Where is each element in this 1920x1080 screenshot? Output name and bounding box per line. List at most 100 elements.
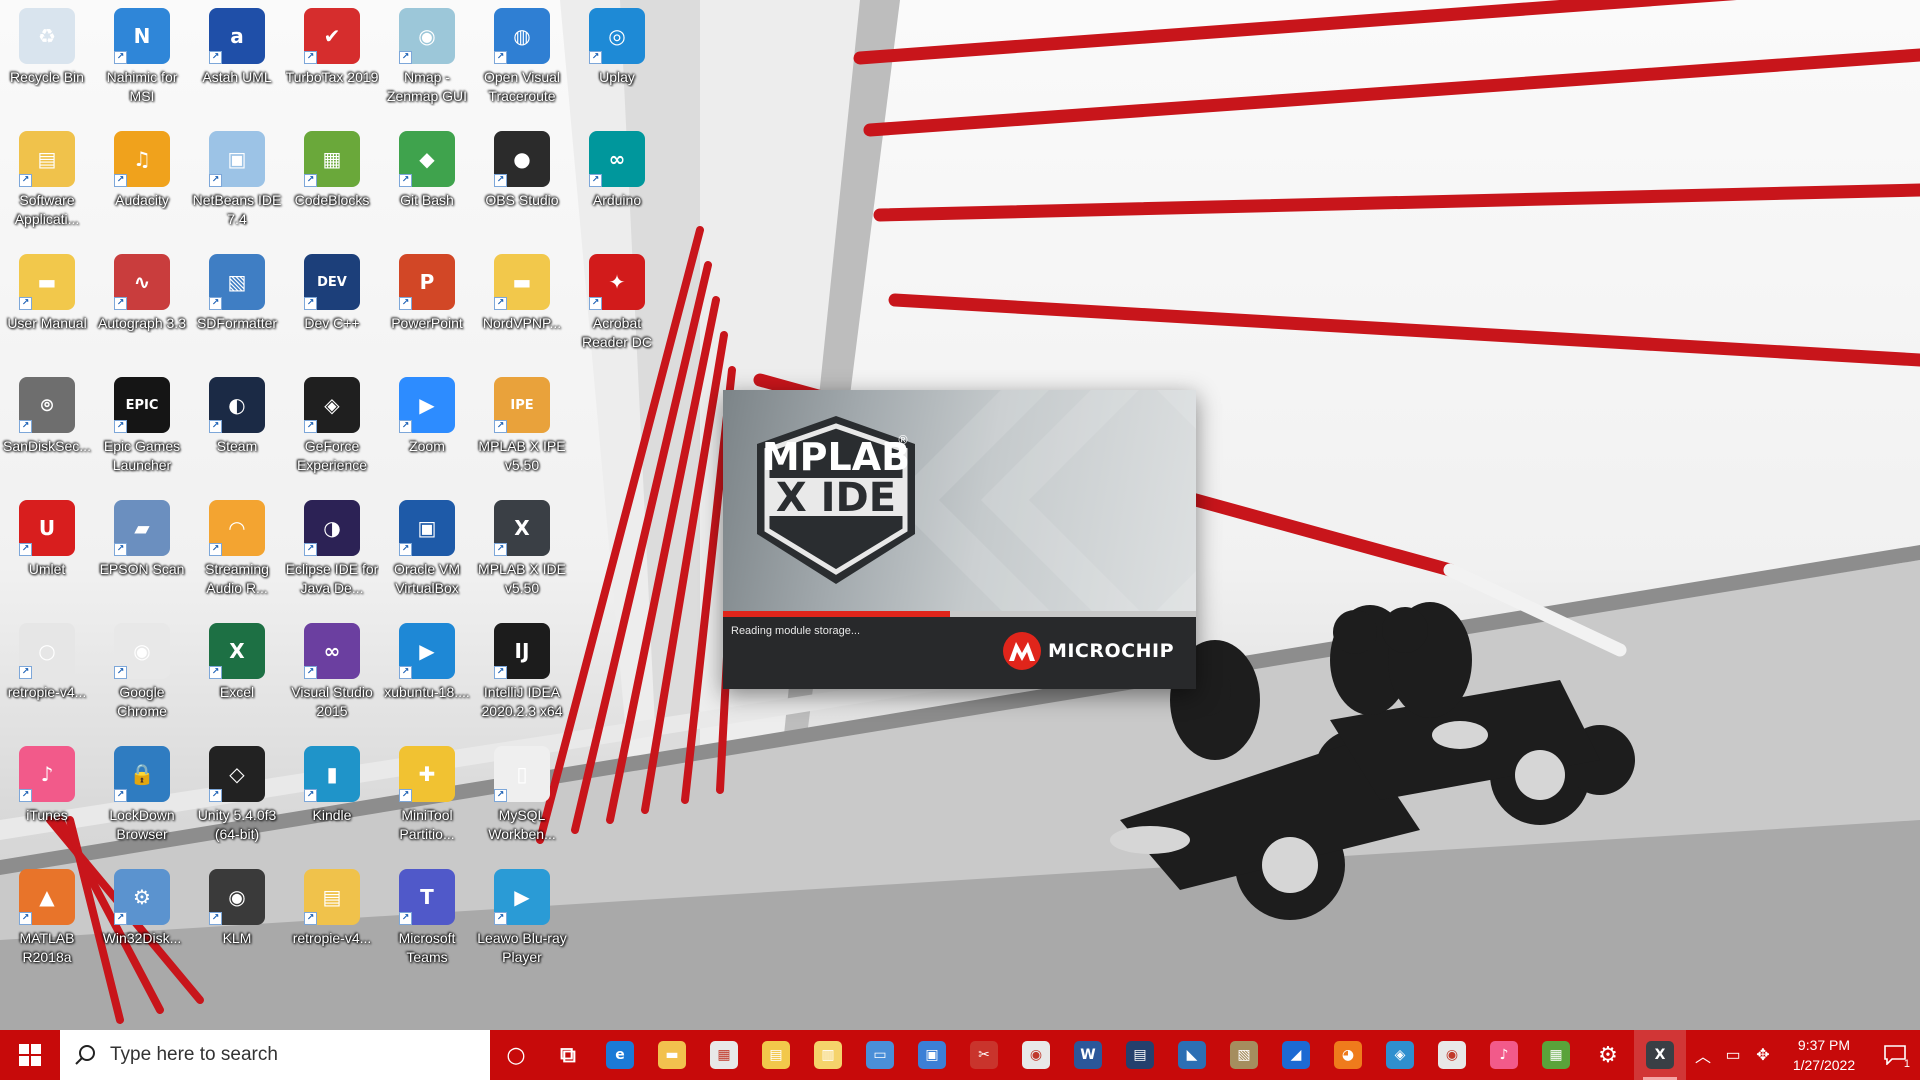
desktop-icon-folder[interactable]: ▬ ↗ User Manual	[2, 248, 92, 366]
taskbar-button-outlook-card[interactable]: ▣	[906, 1030, 958, 1080]
desktop-icon-sdformatter[interactable]: ▧ ↗ SDFormatter	[192, 248, 282, 366]
taskbar-button-word[interactable]: W	[1062, 1030, 1114, 1080]
task-view-icon: ⧉	[560, 1042, 576, 1068]
desktop-icon-excel[interactable]: X ↗ Excel	[192, 617, 282, 735]
remote-desktop-icon: ▭	[866, 1041, 894, 1069]
desktop-icon-leawo[interactable]: ▶ ↗ Leawo Blu-ray Player	[477, 863, 567, 981]
desktop-icon-file[interactable]: ○ ↗ retropie-v4...	[2, 617, 92, 735]
desktop-icon-obs[interactable]: ● ↗ OBS Studio	[477, 125, 567, 243]
shortcut-arrow-icon: ↗	[114, 543, 127, 556]
shortcut-arrow-icon: ↗	[19, 666, 32, 679]
desktop-icon-file[interactable]: ▯ ↗ MySQL Workben...	[477, 740, 567, 858]
taskbar-button-file-explorer-alt[interactable]: ▤	[750, 1030, 802, 1080]
desktop-icon-astah[interactable]: a ↗ Astah UML	[192, 2, 282, 120]
desktop-icon-xubuntu-iso[interactable]: ▶ ↗ xubuntu-18....	[382, 617, 472, 735]
desktop-icon-archive[interactable]: ▤ ↗ retropie-v4...	[287, 863, 377, 981]
desktop-icon-itunes[interactable]: ♪ ↗ iTunes	[2, 740, 92, 858]
desktop-icon-folder[interactable]: ▬ ↗ NordVPNP...	[477, 248, 567, 366]
desktop-icon-matlab[interactable]: ▲ ↗ MATLAB R2018a	[2, 863, 92, 981]
desktop-icon-label: Oracle VM VirtualBox	[393, 561, 461, 596]
taskbar-button-file-explorer[interactable]: ▬	[646, 1030, 698, 1080]
taskbar-button-notepad[interactable]: ▤	[1114, 1030, 1166, 1080]
desktop-icon-recycle-bin[interactable]: ♻ Recycle Bin	[2, 2, 92, 120]
desktop-icon-audacity[interactable]: ♫ ↗ Audacity	[97, 125, 187, 243]
desktop-icon-lockdown-browser[interactable]: 🔒 ↗ LockDown Browser	[97, 740, 187, 858]
icon-glyph: ◉	[133, 639, 151, 663]
desktop-icon-visual-studio[interactable]: ∞ ↗ Visual Studio 2015	[287, 617, 377, 735]
desktop-icon-nahimic[interactable]: N ↗ Nahimic for MSI	[97, 2, 187, 120]
desktop-icon-autograph[interactable]: ∿ ↗ Autograph 3.3	[97, 248, 187, 366]
shortcut-arrow-icon: ↗	[589, 174, 602, 187]
taskbar-button-documents[interactable]: ▥	[802, 1030, 854, 1080]
taskbar-search-box[interactable]: Type here to search	[60, 1030, 490, 1080]
desktop-icon-epson-scan[interactable]: ▰ ↗ EPSON Scan	[97, 494, 187, 612]
taskbar-button-microsoft-store[interactable]: ▦	[698, 1030, 750, 1080]
desktop-icon-virtualbox[interactable]: ▣ ↗ Oracle VM VirtualBox	[382, 494, 472, 612]
desktop-icon-label: Epic Games Launcher	[103, 438, 181, 473]
shortcut-arrow-icon: ↗	[209, 543, 222, 556]
epic-games-icon: EPIC ↗	[114, 377, 170, 433]
taskbar-button-microsoft-office[interactable]: ▦	[1530, 1030, 1582, 1080]
git-bash-icon: ◆ ↗	[399, 131, 455, 187]
desktop-icon-win32disk[interactable]: ⚙ ↗ Win32Disk...	[97, 863, 187, 981]
desktop-icon-acrobat[interactable]: ✦ ↗ Acrobat Reader DC	[572, 248, 662, 366]
desktop-icon-umlet[interactable]: U ↗ Umlet	[2, 494, 92, 612]
desktop-icon-nmap[interactable]: ◉ ↗ Nmap - Zenmap GUI	[382, 2, 472, 120]
taskbar-button-snipping-tool[interactable]: ✂	[958, 1030, 1010, 1080]
show-hidden-icons-icon[interactable]: ︿	[1688, 1030, 1718, 1080]
taskbar-clock[interactable]: 9:37 PM 1/27/2022	[1778, 1035, 1870, 1075]
desktop-icon-netbeans[interactable]: ▣ ↗ NetBeans IDE 7.4	[192, 125, 282, 243]
taskbar-button-chrome-profile[interactable]: ◉	[1426, 1030, 1478, 1080]
desktop-icon-steam[interactable]: ◐ ↗ Steam	[192, 371, 282, 489]
shortcut-arrow-icon: ↗	[494, 51, 507, 64]
dropbox-icon[interactable]: ✥	[1748, 1030, 1778, 1080]
desktop-icon-folder-pdf[interactable]: ▤ ↗ Software Applicati...	[2, 125, 92, 243]
taskbar-button-winrar[interactable]: ▧	[1218, 1030, 1270, 1080]
desktop-icon-intellij[interactable]: IJ ↗ IntelliJ IDEA 2020.2.3 x64	[477, 617, 567, 735]
shortcut-arrow-icon: ↗	[19, 297, 32, 310]
turbotax-icon: ✔ ↗	[304, 8, 360, 64]
taskbar-button-mplab-taskbar[interactable]: X	[1634, 1030, 1686, 1080]
desktop-icon-eclipse[interactable]: ◑ ↗ Eclipse IDE for Java De...	[286, 494, 378, 612]
desktop-icon-zoom[interactable]: ▶ ↗ Zoom	[382, 371, 472, 489]
start-button[interactable]	[0, 1030, 60, 1080]
desktop-icon-uplay[interactable]: ◎ ↗ Uplay	[572, 2, 662, 120]
desktop-icon-klm[interactable]: ◉ ↗ KLM	[192, 863, 282, 981]
desktop-icon-streaming-audio[interactable]: ◠ ↗ Streaming Audio R...	[192, 494, 282, 612]
taskbar-button-edge[interactable]: e	[594, 1030, 646, 1080]
desktop-icon-chrome[interactable]: ◉ ↗ Google Chrome	[97, 617, 187, 735]
desktop-icon-label: Win32Disk...	[102, 930, 182, 946]
taskbar-button-cortana[interactable]: ○	[490, 1030, 542, 1080]
taskbar-button-proton-app[interactable]: ◈	[1374, 1030, 1426, 1080]
desktop-icon-geforce[interactable]: ◈ ↗ GeForce Experience	[287, 371, 377, 489]
desktop-icon-codeblocks[interactable]: ▦ ↗ CodeBlocks	[287, 125, 377, 243]
desktop-icon-mplab-ide[interactable]: X ↗ MPLAB X IDE v5.50	[477, 494, 567, 612]
desktop-icon-powerpoint[interactable]: P ↗ PowerPoint	[382, 248, 472, 366]
desktop-icon-turbotax[interactable]: ✔ ↗ TurboTax 2019	[286, 2, 378, 120]
icon-glyph: ▣	[227, 147, 247, 171]
desktop-icon-sandisk[interactable]: ⌾ ↗ SanDiskSec...	[2, 371, 92, 489]
desktop-icon-git-bash[interactable]: ◆ ↗ Git Bash	[382, 125, 472, 243]
desktop-icon-label: LockDown Browser	[109, 807, 175, 842]
search-icon	[75, 1045, 95, 1065]
battery-icon[interactable]: ▭	[1718, 1030, 1748, 1080]
desktop-icon-minitool[interactable]: ✚ ↗ MiniTool Partitio...	[382, 740, 472, 858]
desktop-icon-arduino[interactable]: ∞ ↗ Arduino	[572, 125, 662, 243]
taskbar-button-remote-desktop[interactable]: ▭	[854, 1030, 906, 1080]
action-center-button[interactable]: 1	[1870, 1030, 1920, 1080]
taskbar-button-itunes[interactable]: ♪	[1478, 1030, 1530, 1080]
taskbar-button-chrome[interactable]: ◉	[1010, 1030, 1062, 1080]
desktop-icon-epic-games[interactable]: EPIC ↗ Epic Games Launcher	[97, 371, 187, 489]
desktop-icon-unity[interactable]: ◇ ↗ Unity 5.4.0f3 (64-bit)	[192, 740, 282, 858]
desktop-icon-devcpp[interactable]: DEV ↗ Dev C++	[287, 248, 377, 366]
desktop-icon-kindle[interactable]: ▮ ↗ Kindle	[287, 740, 377, 858]
taskbar-button-settings[interactable]: ⚙	[1582, 1030, 1634, 1080]
taskbar-button-task-view[interactable]: ⧉	[542, 1030, 594, 1080]
taskbar-button-visual-studio-code[interactable]: ◣	[1166, 1030, 1218, 1080]
desktop-icon-mplab-ipe[interactable]: IPE ↗ MPLAB X IPE v5.50	[477, 371, 567, 489]
shortcut-arrow-icon: ↗	[304, 51, 317, 64]
desktop-icon-teams[interactable]: T ↗ Microsoft Teams	[382, 863, 472, 981]
taskbar-button-firefox[interactable]: ◕	[1322, 1030, 1374, 1080]
desktop-icon-traceroute[interactable]: ◍ ↗ Open Visual Traceroute	[477, 2, 567, 120]
taskbar-button-autocad[interactable]: ◢	[1270, 1030, 1322, 1080]
